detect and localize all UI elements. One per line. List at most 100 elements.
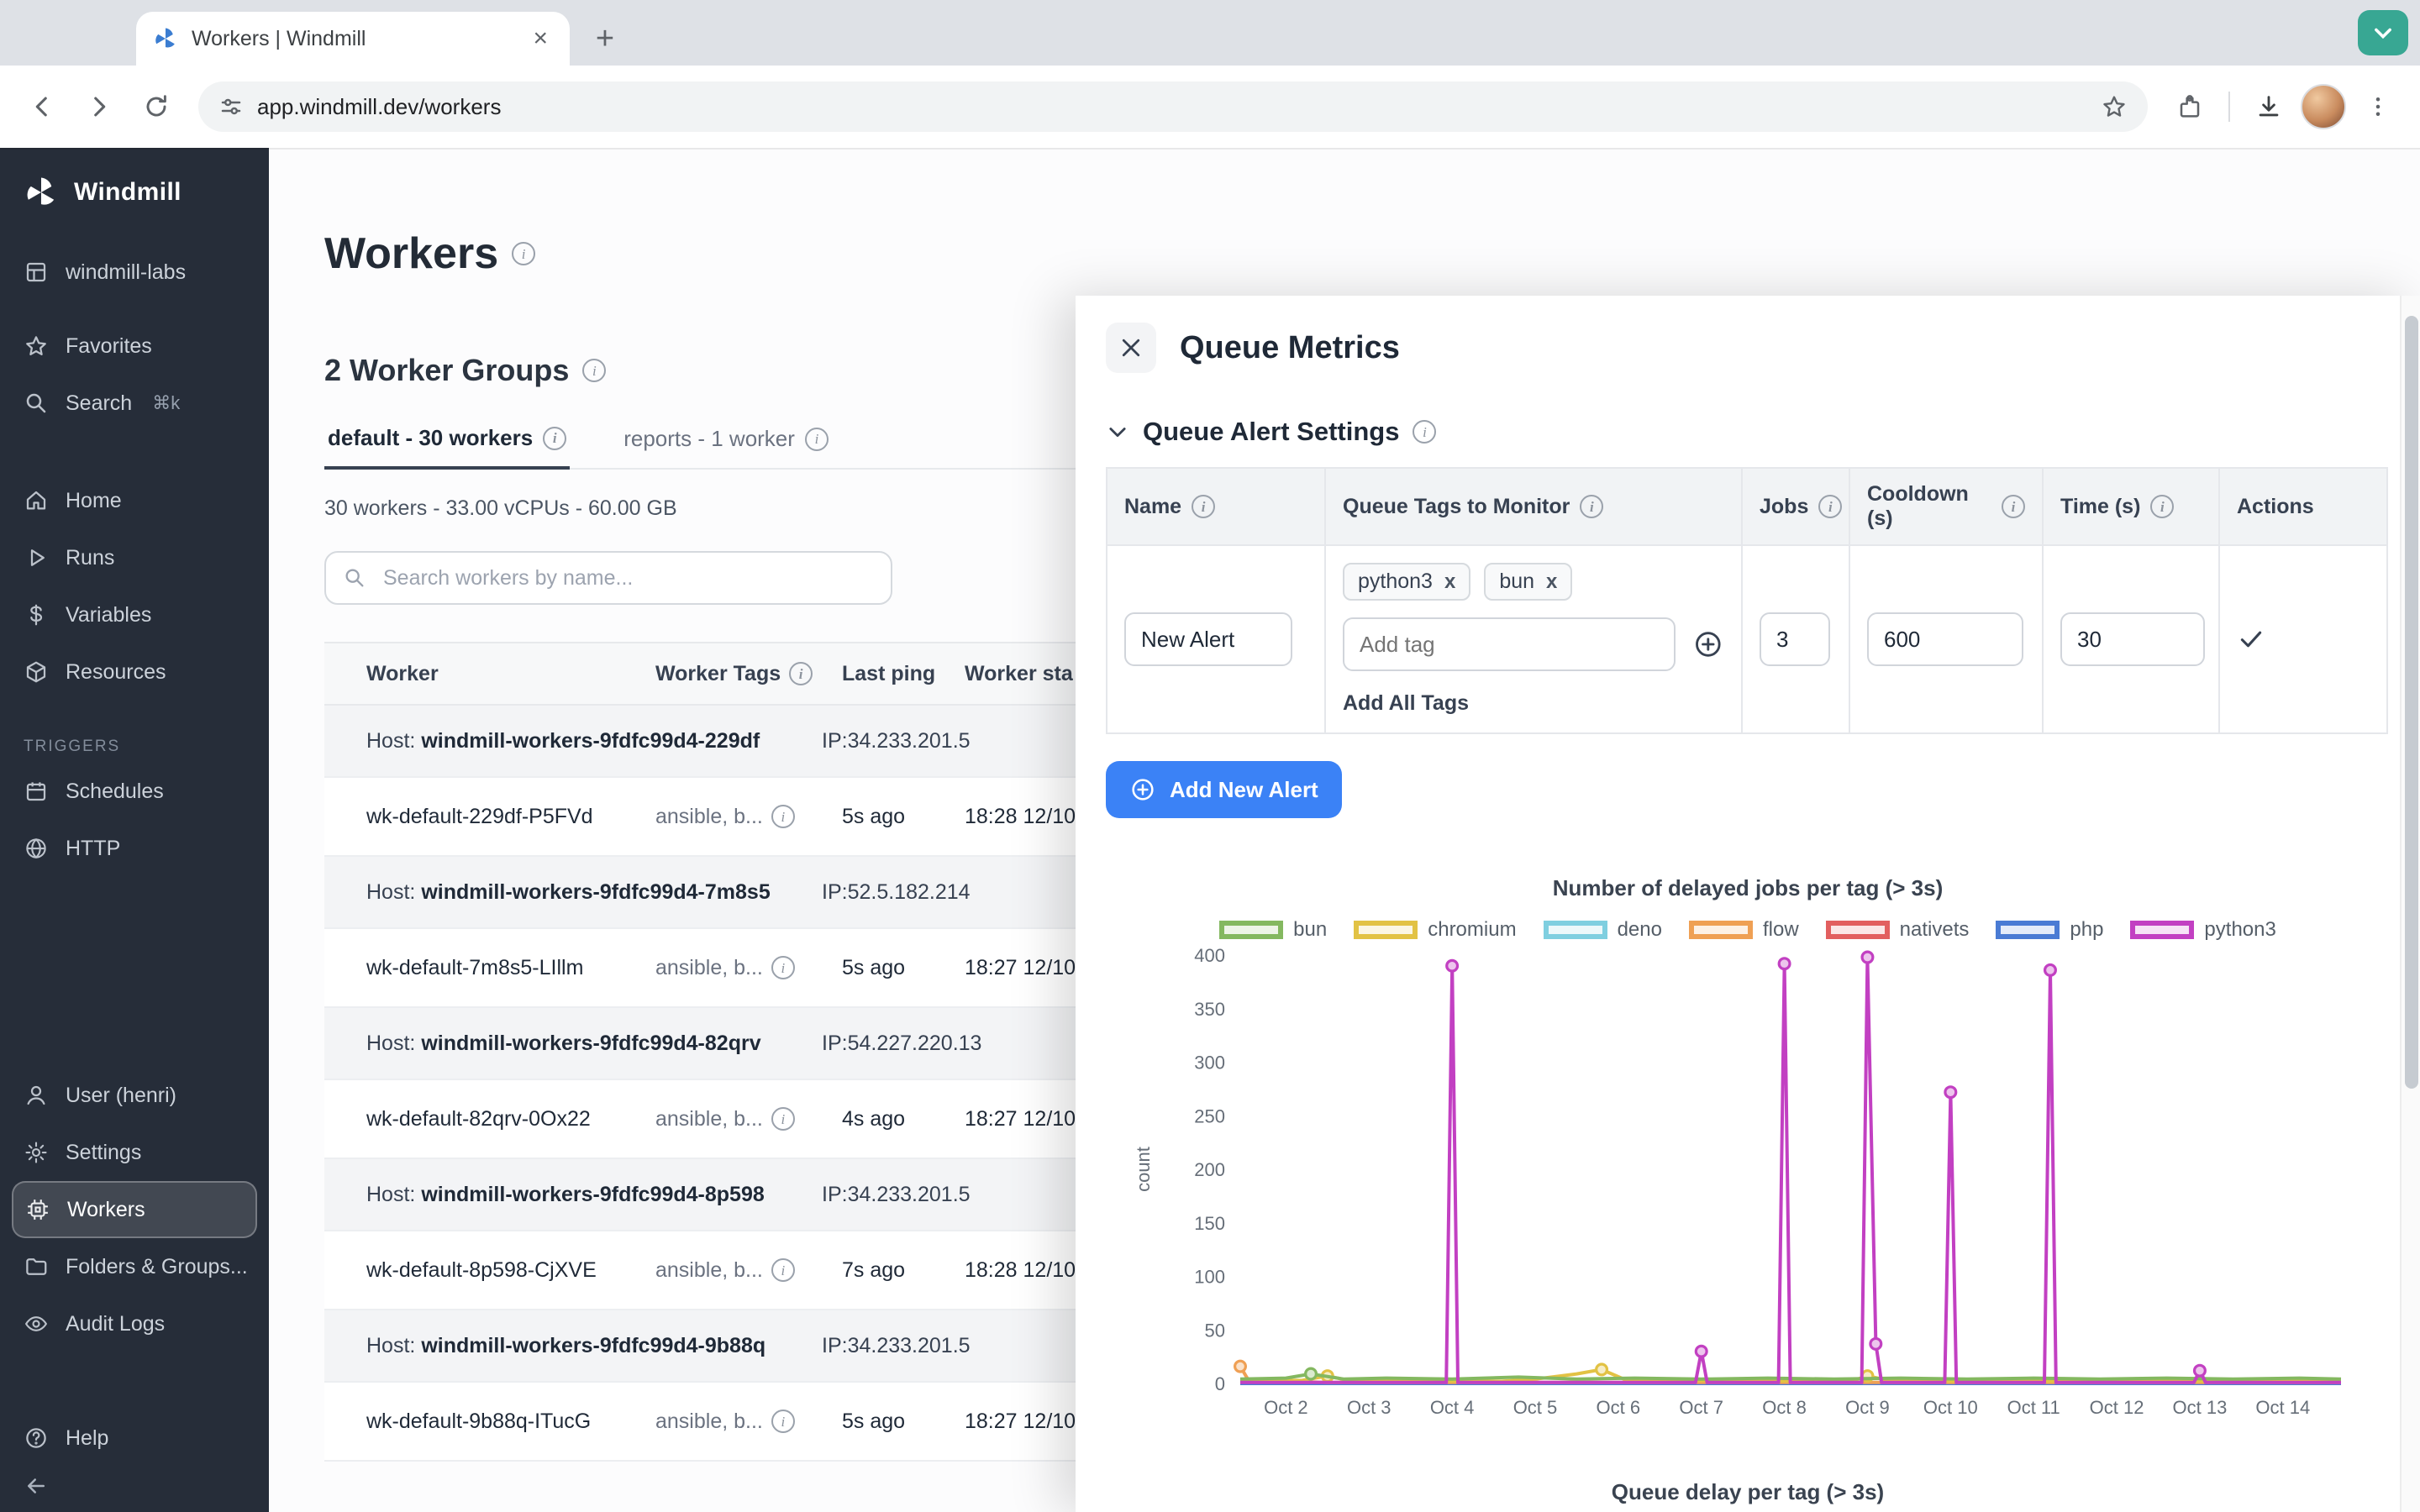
info-icon[interactable] — [805, 428, 829, 451]
tag-chip[interactable]: bunx — [1484, 563, 1572, 601]
sidebar-item-home[interactable]: Home — [0, 472, 269, 529]
search-shortcut: ⌘k — [152, 392, 180, 414]
browser-tab[interactable]: Workers | Windmill × — [136, 12, 570, 66]
sidebar-item-favorites[interactable]: Favorites — [0, 318, 269, 375]
sidebar-item-settings[interactable]: Settings — [0, 1124, 269, 1181]
profile-avatar[interactable] — [2301, 84, 2346, 129]
chart-delayed-jobs: Number of delayed jobs per tag (> 3s) bu… — [1106, 875, 2390, 1439]
app-logo[interactable]: Windmill — [0, 148, 269, 220]
add-all-tags-link[interactable]: Add All Tags — [1343, 691, 1724, 716]
worker-search[interactable] — [324, 551, 892, 605]
search-icon — [24, 391, 49, 416]
remove-tag-icon[interactable]: x — [1546, 570, 1557, 594]
reload-button[interactable] — [131, 81, 182, 132]
tag-chip[interactable]: python3x — [1343, 563, 1470, 601]
sidebar-item-http[interactable]: HTTP — [0, 820, 269, 877]
sidebar-item-user[interactable]: User (henri) — [0, 1067, 269, 1124]
sidebar-item-audit-logs[interactable]: Audit Logs — [0, 1295, 269, 1352]
legend-item-flow[interactable]: flow — [1689, 918, 1799, 942]
remove-tag-icon[interactable]: x — [1444, 570, 1455, 594]
info-icon[interactable] — [1413, 420, 1436, 444]
info-icon[interactable] — [543, 427, 566, 450]
chart-legend: bun chromium deno flow nativets php python3 — [1106, 918, 2390, 942]
tab-list-button[interactable] — [2358, 10, 2408, 55]
info-icon[interactable] — [771, 1410, 795, 1433]
legend-item-python3[interactable]: python3 — [2130, 918, 2275, 942]
info-icon[interactable] — [789, 662, 813, 685]
info-icon[interactable] — [771, 1107, 795, 1131]
scrollbar-thumb[interactable] — [2405, 316, 2418, 1089]
add-tag-button[interactable] — [1692, 628, 1724, 660]
alert-name-input[interactable] — [1124, 612, 1292, 666]
svg-text:Oct 2: Oct 2 — [1264, 1397, 1308, 1418]
jobs-threshold-input[interactable] — [1760, 612, 1830, 666]
alert-settings-heading: Queue Alert Settings — [1143, 417, 1399, 447]
drawer-scrollbar[interactable] — [2400, 296, 2420, 1512]
info-icon[interactable] — [771, 956, 795, 979]
new-tab-button[interactable]: + — [583, 17, 627, 60]
add-tag-input[interactable] — [1343, 617, 1676, 671]
sidebar-item-variables[interactable]: Variables — [0, 586, 269, 643]
bookmark-star-icon[interactable] — [2101, 93, 2128, 120]
info-icon[interactable] — [1192, 495, 1215, 518]
app-name: Windmill — [74, 178, 182, 207]
page-title: Workers — [324, 228, 498, 279]
tab-reports-group[interactable]: reports - 1 worker — [620, 425, 832, 468]
worker-groups-heading: 2 Worker Groups — [324, 353, 569, 388]
search-icon — [343, 566, 366, 590]
chart-title: Number of delayed jobs per tag (> 3s) — [1106, 875, 2390, 901]
address-bar[interactable]: app.windmill.dev/workers — [198, 81, 2148, 132]
tab-default-group[interactable]: default - 30 workers — [324, 425, 570, 470]
sidebar-item-resources[interactable]: Resources — [0, 643, 269, 701]
sidebar-item-runs[interactable]: Runs — [0, 529, 269, 586]
toolbar-divider — [2228, 92, 2230, 122]
confirm-alert-button[interactable] — [2237, 625, 2265, 654]
legend-item-chromium[interactable]: chromium — [1354, 918, 1516, 942]
info-icon[interactable] — [1580, 495, 1603, 518]
sidebar-item-folders-groups[interactable]: Folders & Groups... — [0, 1238, 269, 1295]
sidebar-item-search[interactable]: Search ⌘k — [0, 375, 269, 432]
search-workers-input[interactable] — [380, 564, 874, 592]
browser-menu-icon[interactable] — [2353, 81, 2403, 132]
info-icon[interactable] — [2002, 495, 2025, 518]
sidebar-item-schedules[interactable]: Schedules — [0, 763, 269, 820]
sidebar: Windmill windmill-labs Favorites Search — [0, 148, 269, 1512]
close-drawer-button[interactable] — [1106, 323, 1156, 373]
add-new-alert-button[interactable]: Add New Alert — [1106, 761, 1342, 818]
site-settings-icon[interactable] — [218, 94, 244, 119]
svg-text:100: 100 — [1194, 1267, 1225, 1288]
legend-item-deno[interactable]: deno — [1544, 918, 1662, 942]
svg-text:400: 400 — [1194, 945, 1225, 966]
downloads-icon[interactable] — [2244, 81, 2294, 132]
legend-swatch — [2130, 921, 2194, 939]
drawer-title: Queue Metrics — [1180, 330, 1400, 366]
sidebar-item-help[interactable]: Help — [0, 1410, 269, 1467]
svg-text:150: 150 — [1194, 1213, 1225, 1234]
extensions-icon[interactable] — [2165, 81, 2215, 132]
workspace-selector[interactable]: windmill-labs — [0, 244, 269, 301]
svg-text:Oct 9: Oct 9 — [1845, 1397, 1890, 1418]
info-icon[interactable] — [1818, 495, 1842, 518]
tab-close-icon[interactable]: × — [528, 24, 553, 53]
legend-swatch — [1354, 921, 1418, 939]
forward-button[interactable] — [74, 81, 124, 132]
url-text[interactable]: app.windmill.dev/workers — [257, 94, 2087, 120]
legend-item-nativets[interactable]: nativets — [1826, 918, 1970, 942]
info-icon[interactable] — [2150, 495, 2174, 518]
sidebar-item-workers[interactable]: Workers — [12, 1181, 257, 1238]
svg-text:Oct 14: Oct 14 — [2255, 1397, 2310, 1418]
legend-swatch — [1689, 921, 1753, 939]
info-icon[interactable] — [512, 242, 535, 265]
info-icon[interactable] — [771, 1258, 795, 1282]
chart-canvas: 050100150200250300350400countOct 2Oct 3O… — [1123, 942, 2366, 1439]
legend-item-bun[interactable]: bun — [1219, 918, 1327, 942]
legend-item-php[interactable]: php — [1996, 918, 2103, 942]
info-icon[interactable] — [582, 359, 606, 382]
legend-swatch — [1544, 921, 1607, 939]
sidebar-collapse-button[interactable] — [0, 1467, 269, 1512]
chevron-down-icon[interactable] — [1106, 420, 1129, 444]
time-input[interactable] — [2060, 612, 2205, 666]
back-button[interactable] — [17, 81, 67, 132]
info-icon[interactable] — [771, 805, 795, 828]
cooldown-input[interactable] — [1867, 612, 2023, 666]
